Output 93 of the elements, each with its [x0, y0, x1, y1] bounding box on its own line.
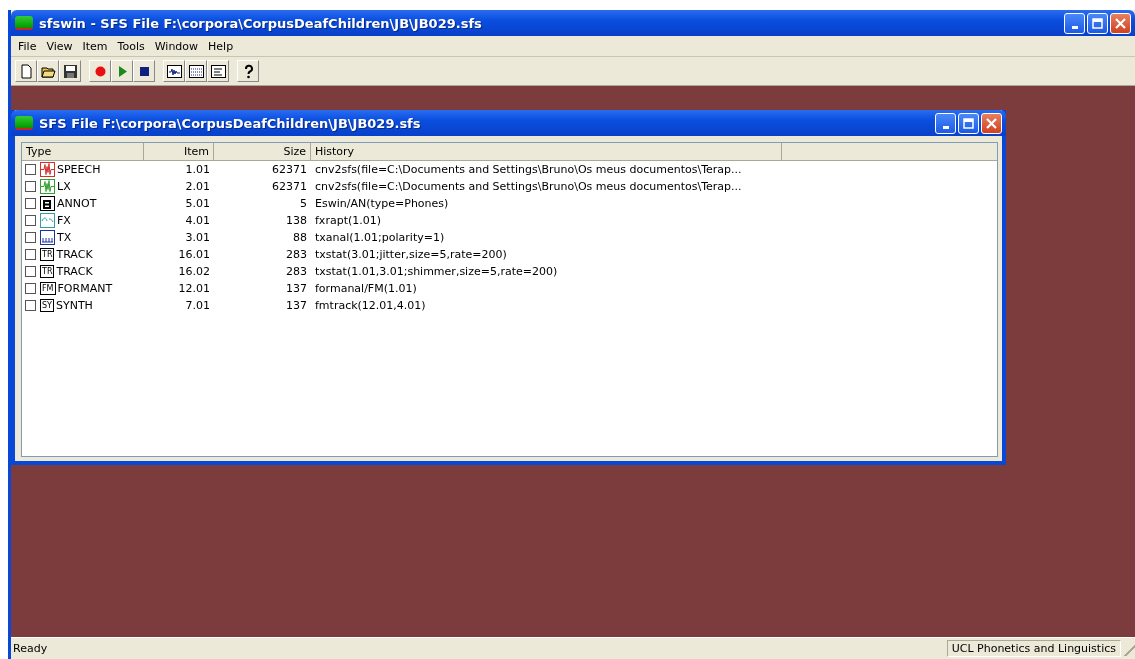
table-cell-text: 62371 — [271, 180, 308, 193]
minimize-icon — [1071, 25, 1078, 29]
maximize-button[interactable] — [958, 112, 979, 134]
checkbox[interactable] — [25, 164, 36, 175]
type-badge: TR — [40, 248, 55, 261]
checkbox[interactable] — [25, 249, 36, 260]
table-cell-text: cnv2sfs(file=C:\Documents and Settings\Bruno\Os meus documentos\Terap... — [314, 180, 743, 193]
toolbar-button[interactable] — [185, 60, 207, 82]
maximize-icon — [1092, 17, 1103, 29]
table-cell-text: 3.01 — [184, 231, 211, 244]
waveform-icon — [40, 162, 55, 177]
table-cell-text: txstat(1.01,3.01;shimmer,size=5,rate=200) — [314, 265, 559, 278]
window-title: sfswin - SFS File F:\corpora\CorpusDeafChildren\JB\JB029.sfs — [39, 15, 483, 31]
waveform-icon — [40, 179, 55, 194]
table-cell: SPEECH — [57, 163, 101, 176]
table-cell-text: txstat(3.01;jitter,size=5,rate=200) — [314, 248, 508, 261]
checkbox[interactable] — [25, 198, 36, 209]
table-cell: TX — [57, 231, 72, 244]
close-button[interactable] — [981, 112, 1002, 134]
menu-item[interactable]: Window — [149, 39, 204, 53]
minimize-button[interactable] — [935, 112, 956, 134]
table-cell: ANNOT — [57, 197, 97, 210]
column-header[interactable]: Size — [214, 143, 311, 160]
text-lines-icon — [210, 63, 226, 79]
column-header[interactable]: History — [311, 143, 782, 160]
type-badge: SY — [40, 299, 54, 312]
table-cell-text: 16.02 — [177, 265, 211, 278]
table-cell-text: 138 — [285, 214, 308, 227]
toolbar-button[interactable] — [133, 60, 155, 82]
status-panel: UCL Phonetics and Linguistics — [946, 640, 1121, 657]
app-logo-icon — [15, 16, 33, 30]
checkbox[interactable] — [25, 181, 36, 192]
annotation-icon — [40, 196, 55, 211]
app-logo-icon — [15, 116, 33, 130]
table-cell-text: 4.01 — [184, 214, 211, 227]
toolbar-button[interactable] — [207, 60, 229, 82]
minimize-icon — [942, 125, 949, 129]
menu-item[interactable]: Tools — [112, 39, 150, 53]
status-message: Ready — [12, 642, 49, 655]
checkbox[interactable] — [25, 232, 36, 243]
toolbar-button[interactable] — [163, 60, 185, 82]
table-cell-text: formanal/FM(1.01) — [314, 282, 418, 295]
table-cell: SYNTH — [55, 299, 93, 312]
new-file-icon — [18, 63, 34, 79]
menu-item[interactable]: View — [41, 39, 78, 53]
spectrogram-icon — [188, 63, 204, 79]
table-cell-text: 16.01 — [177, 248, 211, 261]
minimize-button[interactable] — [1064, 12, 1085, 34]
column-header[interactable]: Type — [22, 143, 144, 160]
table-cell-text: txanal(1.01;polarity=1) — [314, 231, 446, 244]
checkbox[interactable] — [25, 300, 36, 311]
table-cell: FX — [57, 214, 71, 227]
table-cell-text: cnv2sfs(file=C:\Documents and Settings\Bruno\Os meus documentos\Terap... — [314, 163, 743, 176]
table-cell-text: 283 — [285, 248, 308, 261]
menu-item[interactable]: Item — [77, 39, 113, 53]
maximize-button[interactable] — [1087, 12, 1108, 34]
menu-item[interactable]: Help — [203, 39, 239, 53]
table-cell-text: 5.01 — [184, 197, 211, 210]
toolbar-button[interactable] — [37, 60, 59, 82]
toolbar-button[interactable] — [237, 60, 259, 82]
column-header[interactable]: Item — [144, 143, 214, 160]
table-cell: FORMANT — [57, 282, 113, 295]
menu-item[interactable]: File — [13, 39, 42, 53]
checkbox[interactable] — [25, 266, 36, 277]
close-icon — [1115, 17, 1126, 29]
table-cell: TRACK — [56, 248, 93, 261]
table-cell-text: 5 — [299, 197, 308, 210]
table-cell-text: 137 — [285, 282, 308, 295]
tick-marks-icon — [40, 230, 55, 245]
table-cell: LX — [57, 180, 71, 193]
pitch-curve-icon — [40, 213, 55, 228]
table-cell-text: fxrapt(1.01) — [314, 214, 383, 227]
table-cell-text: 7.01 — [184, 299, 211, 312]
window-title: SFS File F:\corpora\CorpusDeafChildren\JB\JB029.sfs — [39, 115, 422, 131]
type-badge: FM — [40, 282, 56, 295]
table-cell-text: 88 — [292, 231, 308, 244]
table-cell-text: 62371 — [271, 163, 308, 176]
table-cell-text: Eswin/AN(type=Phones) — [314, 197, 450, 210]
table-cell-text: 2.01 — [184, 180, 211, 193]
maximize-icon — [963, 117, 974, 129]
table-cell-text: 137 — [285, 299, 308, 312]
waveform-icon — [166, 63, 182, 79]
checkbox[interactable] — [25, 215, 36, 226]
type-badge: TR — [40, 265, 55, 278]
toolbar-button[interactable] — [59, 60, 81, 82]
table-cell: TRACK — [56, 265, 93, 278]
close-icon — [986, 117, 997, 129]
close-button[interactable] — [1110, 12, 1131, 34]
table-cell-text: 283 — [285, 265, 308, 278]
table-cell-text: fmtrack(12.01,4.01) — [314, 299, 427, 312]
table-cell-text: 12.01 — [177, 282, 211, 295]
checkbox[interactable] — [25, 283, 36, 294]
table-cell-text: 1.01 — [184, 163, 211, 176]
